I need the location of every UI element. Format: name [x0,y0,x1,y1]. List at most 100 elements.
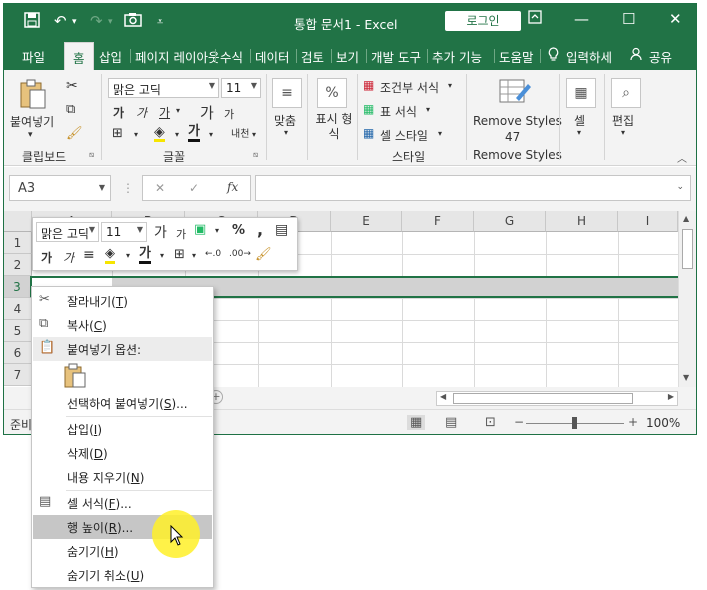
mini-border-dropdown-icon[interactable]: ▾ [192,251,196,260]
menu-item-unhide[interactable]: 숨기기 취소(U) [33,563,212,587]
zoom-out-button[interactable]: − [514,415,524,429]
row-header-5[interactable]: 5 [4,320,32,342]
name-box-dropdown-icon[interactable]: ▼ [99,183,105,192]
page-break-view-icon[interactable]: ⊡ [485,415,496,430]
menu-item-cut[interactable]: ✂ 잘라내기(T) [33,289,212,313]
phonetic-dropdown-icon[interactable]: ▾ [252,130,256,139]
maximize-icon[interactable]: ☐ [622,10,635,28]
tab-help[interactable]: 도움말 [499,47,534,66]
tab-developer[interactable]: 개발 도구 [371,47,421,66]
menu-item-paste-special[interactable]: 선택하여 붙여넣기(S)... [33,391,212,415]
search-icon[interactable]: ⌕ [611,78,641,108]
font-name-combo[interactable]: 맑은 고딕 ▼ [108,78,219,98]
name-box[interactable]: A3 ▼ [9,175,111,201]
paste-option-icon[interactable] [63,363,87,389]
menu-item-clear-contents[interactable]: 내용 지우기(N) [33,465,212,489]
mini-accounting-icon[interactable]: ▣ [194,222,206,237]
close-icon[interactable]: ✕ [669,10,682,28]
tab-file[interactable]: 파일 [22,47,45,66]
menu-item-delete[interactable]: 삭제(D) [33,441,212,465]
mini-accounting-dropdown-icon[interactable]: ▾ [215,226,219,235]
qat-customize-icon[interactable]: ⩡ [157,15,163,29]
tab-data[interactable]: 데이터 [255,47,290,66]
align-dropdown-icon[interactable]: ▾ [284,128,288,137]
zoom-in-button[interactable]: + [628,415,638,429]
page-layout-view-icon[interactable]: ▤ [445,415,457,430]
scroll-down-icon[interactable]: ▼ [683,373,689,382]
expand-formula-icon[interactable]: ⌄ [676,182,684,192]
undo-icon[interactable]: ↶ [54,12,67,30]
table-format-dropdown-icon[interactable]: ▾ [426,105,430,114]
mini-format-table-icon[interactable]: ▤ [275,222,288,238]
mini-font-color-dropdown-icon[interactable]: ▾ [160,251,164,260]
scroll-left-icon[interactable]: ◀ [440,392,446,401]
cells-button[interactable]: 셀 [574,112,585,129]
mini-bold-button[interactable]: 가 [41,249,52,266]
font-size-combo[interactable]: 11 ▼ [221,78,261,98]
bold-button[interactable]: 가 [113,104,124,121]
minimize-icon[interactable]: — [574,10,589,28]
paste-dropdown-icon[interactable]: ▾ [28,130,33,140]
vertical-scrollbar[interactable]: ▲ ▼ [678,211,696,387]
cells-icon[interactable]: ▦ [566,78,596,108]
tab-insert[interactable]: 삽입 [99,47,122,66]
column-header-e[interactable]: E [331,211,402,232]
paste-button[interactable]: 붙여넣기 [10,113,54,130]
tab-review[interactable]: 검토 [301,47,324,66]
row-header-7[interactable]: 7 [4,364,32,386]
mini-increase-decimal-icon[interactable]: ←.0 [205,249,221,259]
cell-styles-dropdown-icon[interactable]: ▾ [438,129,442,138]
tab-page-layout[interactable]: 페이지 레이아웃 [135,47,219,66]
column-header-i[interactable]: I [618,211,678,232]
fill-color-icon[interactable]: ◈ [154,125,165,142]
mini-fill-dropdown-icon[interactable]: ▾ [126,251,130,260]
conditional-format-dropdown-icon[interactable]: ▾ [448,81,452,90]
row-header-1[interactable]: 1 [4,232,32,254]
collapse-ribbon-icon[interactable]: ︿ [677,150,687,165]
font-color-dropdown-icon[interactable]: ▾ [209,130,213,139]
mini-shrink-font-button[interactable]: 가 [176,226,186,242]
row-header-4[interactable]: 4 [4,298,32,320]
save-icon[interactable] [24,12,40,32]
column-header-f[interactable]: F [402,211,474,232]
paste-icon[interactable] [18,78,48,113]
row-header-3[interactable]: 3 [4,276,32,298]
insert-function-button[interactable]: fx [227,180,238,194]
mini-font-combo[interactable]: 맑은 고딕 ▼ [36,222,99,242]
mini-format-painter-icon[interactable]: 🖌 [255,247,272,262]
undo-dropdown-icon[interactable]: ▾ [72,17,77,27]
clipboard-launcher-icon[interactable]: ⧅ [89,150,94,160]
column-header-h[interactable]: H [546,211,618,232]
remove-styles-icon[interactable] [498,76,532,111]
zoom-slider-thumb[interactable] [572,417,577,429]
border-dropdown-icon[interactable]: ▾ [134,130,138,139]
formula-input[interactable]: ⌄ [255,175,691,201]
menu-item-copy[interactable]: ⧉ 복사(C) [33,313,212,337]
cell-styles-button[interactable]: 셀 스타일 [380,127,428,144]
zoom-level[interactable]: 100% [646,416,680,430]
editing-dropdown-icon[interactable]: ▾ [621,128,625,137]
underline-dropdown-icon[interactable]: ▾ [176,106,180,115]
mini-percent-button[interactable]: % [232,223,245,238]
grow-font-button[interactable]: 가 [200,102,214,123]
share-button[interactable]: 공유 [649,47,672,66]
shrink-font-button[interactable]: 가 [224,106,234,122]
font-launcher-icon[interactable]: ⧅ [253,150,258,160]
scroll-thumb[interactable] [682,229,693,269]
tell-me-input[interactable]: 입력하세 [566,47,612,66]
number-format-button[interactable]: 표시 형식 [312,112,356,142]
tab-view[interactable]: 보기 [336,47,359,66]
horizontal-scrollbar[interactable]: ◀ ▶ [436,391,678,406]
mini-fill-color-icon[interactable]: ◈ [105,247,115,264]
tab-formulas[interactable]: 수식 [220,47,243,66]
ribbon-display-options-icon[interactable] [528,10,542,28]
border-icon[interactable]: ⊞ [112,126,123,141]
mini-decrease-decimal-icon[interactable]: .00→ [229,249,251,259]
hscroll-thumb[interactable] [453,393,633,404]
mini-border-icon[interactable]: ⊞ [174,247,185,262]
mini-align-icon[interactable]: ≡ [83,247,95,263]
mini-font-color-button[interactable]: 가 [139,247,151,264]
login-button[interactable]: 로그인 [445,11,521,31]
tab-add-ins[interactable]: 추가 기능 [432,47,482,66]
menu-item-insert[interactable]: 삽입(I) [33,417,212,441]
